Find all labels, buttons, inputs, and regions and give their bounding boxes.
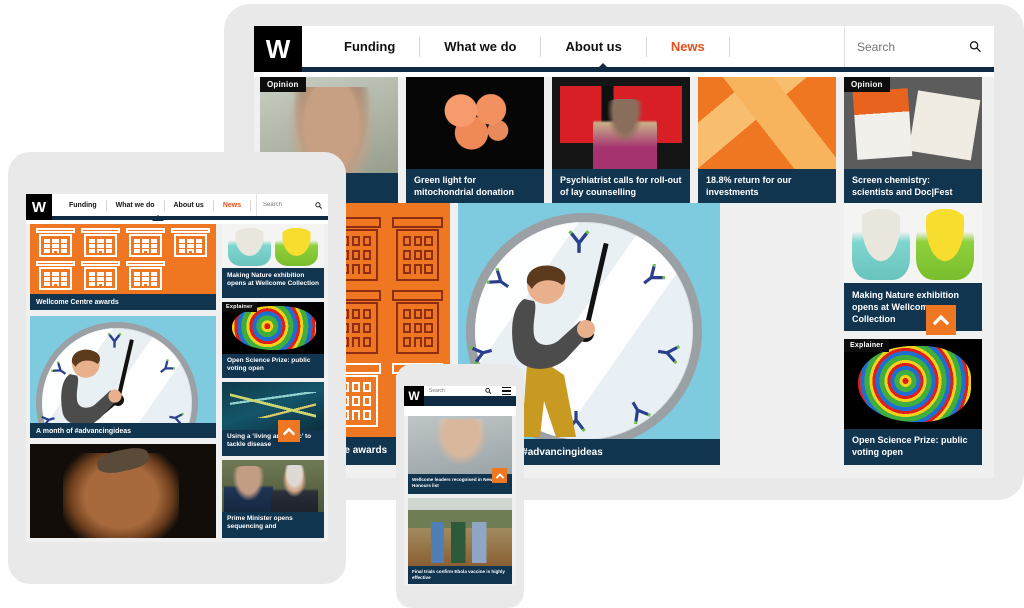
card-caption: Green light for mitochondrial donation	[406, 169, 544, 203]
back-to-top-button[interactable]	[926, 305, 956, 335]
news-card[interactable]: 18.8% return for our investments	[698, 77, 836, 203]
feature-card-wellcome-centre-awards[interactable]: Wellcome Centre awards	[30, 224, 216, 310]
card-hair-photo[interactable]	[30, 444, 216, 538]
nav-item-what-we-do[interactable]: What we do	[420, 39, 540, 54]
explainer-badge: Explainer	[222, 302, 257, 312]
cell-micrograph-photo	[406, 77, 544, 169]
side-card-making-nature[interactable]: Making Nature exhibition opens at Wellco…	[844, 203, 982, 331]
side-card-prime-minister[interactable]: Prime Minister opens sequencing and	[222, 460, 324, 538]
card-caption: Screen chemistry: scientists and Doc|Fes…	[844, 169, 982, 203]
phone-device-frame: W Wellcome leaders recognised in New Yea…	[396, 364, 524, 608]
antibody-marker-icon	[654, 339, 682, 367]
news-card[interactable]: Opinion Screen chemistry: scientists and…	[844, 77, 982, 203]
budgerigars-photo	[222, 224, 324, 268]
older-man-portrait-photo	[408, 416, 512, 474]
search-icon[interactable]	[969, 39, 982, 54]
nav-item-news[interactable]: News	[647, 39, 729, 54]
responsive-device-showcase: W Funding What we do About us News Searc…	[0, 0, 1024, 608]
desktop-second-row: Wellcome Centre awards	[254, 203, 994, 478]
card-caption: Making Nature exhibition opens at Wellco…	[222, 268, 324, 298]
phone-search[interactable]	[424, 386, 497, 396]
search-icon[interactable]	[485, 387, 492, 395]
zebrafish-photo	[222, 382, 324, 430]
phone-content: Wellcome leaders recognised in New Year’…	[404, 416, 516, 586]
card-caption: Open Science Prize: public voting open	[222, 354, 324, 378]
search-input[interactable]	[263, 202, 311, 208]
nav-divider	[728, 36, 730, 57]
tablet-search[interactable]	[256, 194, 328, 216]
orange-abstract-photo	[698, 77, 836, 169]
desktop-nav-items: Funding What we do About us News	[302, 26, 844, 67]
explainer-badge: Explainer	[844, 339, 890, 352]
tablet-device-frame: W Funding What we do About us News Searc…	[8, 152, 346, 584]
side-card-open-science-prize[interactable]: Explainer Open Science Prize: public vot…	[844, 339, 982, 465]
opinion-badge: Opinion	[260, 77, 306, 92]
search-icon[interactable]	[315, 201, 322, 210]
tablet-screen: W Funding What we do About us News Searc…	[26, 194, 328, 542]
card-advancing-ideas[interactable]: A month of #advancingideas	[30, 316, 216, 438]
nav-divider	[250, 199, 252, 211]
desktop-screen: W Funding What we do About us News Searc…	[254, 26, 994, 478]
desktop-search[interactable]	[844, 26, 994, 67]
search-input[interactable]	[429, 388, 482, 394]
hamburger-line	[502, 393, 511, 396]
phone-screen: W Wellcome leaders recognised in New Yea…	[404, 386, 516, 586]
nav-item-about-us[interactable]: About us	[165, 202, 213, 209]
phone-navbar: W	[404, 386, 516, 406]
wellcome-logo[interactable]: W	[404, 386, 424, 406]
back-to-top-button[interactable]	[278, 420, 300, 442]
card-caption: Wellcome Centre awards	[30, 294, 216, 310]
hamburger-line	[502, 390, 511, 392]
chevron-up-icon	[283, 426, 295, 436]
wellcome-logo[interactable]: W	[254, 26, 302, 72]
prime-minister-photo	[222, 460, 324, 512]
card-caption: A month of #advancingideas	[30, 423, 216, 438]
nav-item-what-we-do[interactable]: What we do	[107, 202, 164, 209]
hamburger-menu-button[interactable]	[497, 386, 516, 396]
ted-talk-photo	[552, 77, 690, 169]
opinion-badge: Opinion	[844, 77, 890, 92]
antibody-marker-icon	[566, 229, 592, 255]
brain-scan-photo	[844, 339, 982, 429]
ebola-field-photo	[408, 498, 512, 566]
nav-item-news[interactable]: News	[214, 202, 250, 209]
chevron-up-icon	[495, 472, 504, 479]
tablet-content: Wellcome Centre awards A month of #advan…	[26, 224, 328, 542]
nav-item-funding[interactable]: Funding	[60, 202, 106, 209]
card-caption: 18.8% return for our investments	[698, 169, 836, 203]
hair-closeup-photo	[30, 444, 216, 538]
wellcome-logo[interactable]: W	[26, 194, 52, 220]
active-tab-caret	[152, 215, 164, 221]
tablet-nav-items: Funding What we do About us News	[52, 194, 256, 216]
phone-card-ebola-vaccine[interactable]: Final trials confirm Ebola vaccine is hi…	[408, 498, 512, 584]
budgerigars-photo	[844, 203, 982, 283]
search-input[interactable]	[857, 39, 962, 54]
hamburger-line	[502, 386, 511, 389]
tablet-navbar: W Funding What we do About us News	[26, 194, 328, 221]
card-caption: Final trials confirm Ebola vaccine is hi…	[408, 566, 512, 584]
side-card-living-antibiotic[interactable]: Using a ‘living antibiotic’ to tackle di…	[222, 382, 324, 456]
news-card[interactable]: Psychiatrist calls for roll-out of lay c…	[552, 77, 690, 203]
card-caption: Using a ‘living antibiotic’ to tackle di…	[222, 430, 324, 456]
news-card[interactable]: Green light for mitochondrial donation	[406, 77, 544, 203]
card-caption: Open Science Prize: public voting open	[844, 429, 982, 465]
nav-item-about-us[interactable]: About us	[541, 39, 645, 54]
chevron-up-icon	[933, 314, 949, 326]
desktop-top-row: Opinion Green light for mitochondrial do…	[254, 77, 994, 203]
card-caption: Psychiatrist calls for roll-out of lay c…	[552, 169, 690, 203]
clock-illustration	[30, 316, 216, 438]
desktop-navbar: W Funding What we do About us News	[254, 26, 994, 72]
back-to-top-button[interactable]	[492, 468, 507, 483]
side-card-open-science-prize[interactable]: Explainer Open Science Prize: public vot…	[222, 302, 324, 378]
nav-item-funding[interactable]: Funding	[320, 39, 419, 54]
card-caption: Prime Minister opens sequencing and	[222, 512, 324, 538]
active-tab-caret	[594, 63, 612, 72]
side-card-making-nature[interactable]: Making Nature exhibition opens at Wellco…	[222, 224, 324, 298]
card-caption: Making Nature exhibition opens at Wellco…	[844, 283, 982, 331]
